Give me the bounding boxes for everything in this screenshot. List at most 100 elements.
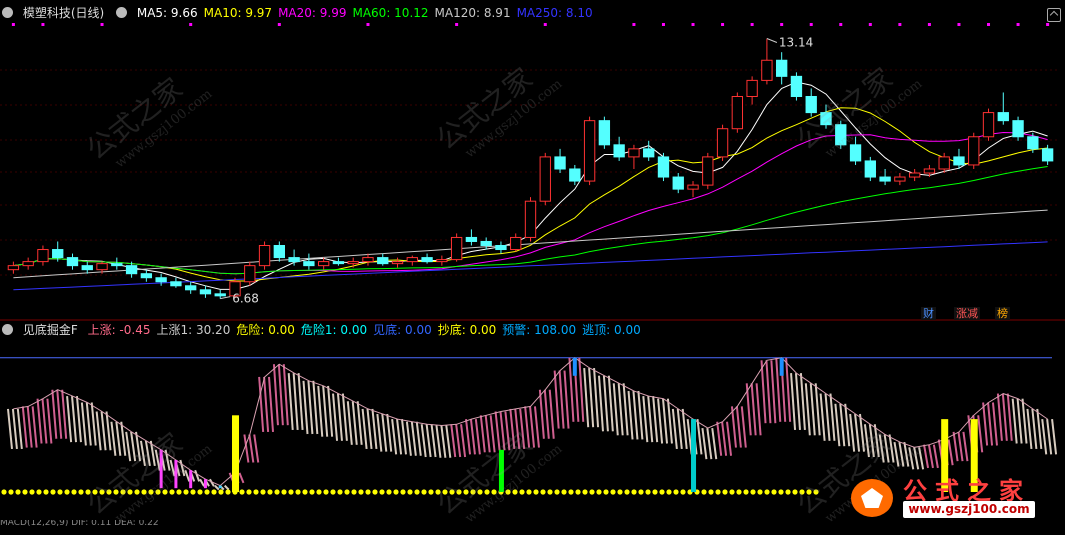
baseline-dot: [722, 489, 728, 495]
candle-body: [894, 176, 906, 182]
candle-body: [510, 236, 522, 251]
candle-body: [1027, 136, 1039, 150]
baseline-dot: [358, 489, 364, 495]
baseline-dot: [386, 489, 392, 495]
oscillator-hatch: [90, 402, 97, 446]
oscillator-hatch: [1046, 419, 1053, 455]
baseline-dot: [246, 489, 252, 495]
indicator-legend: 见底掘金F 上涨: -0.45 上涨1: 30.20 危险: 0.00 危险1: 0.…: [0, 319, 1065, 341]
baseline-dot: [71, 489, 77, 495]
oscillator-hatch: [716, 421, 723, 456]
oscillator-hatch: [287, 373, 294, 430]
candle-body: [1041, 148, 1054, 162]
ma-legend-item-0: MA5: 9.66: [136, 6, 198, 20]
baseline-dot: [617, 489, 623, 495]
oscillator-hatch: [346, 401, 353, 445]
oscillator-hatch: [642, 396, 649, 443]
collapse-panel-button[interactable]: [1047, 8, 1061, 22]
oscillator-hatch: [652, 396, 659, 443]
candle-body: [391, 261, 404, 265]
oscillator-hatch: [730, 406, 737, 448]
oscillator-hatch: [327, 385, 334, 437]
oscillator-hatch: [80, 402, 87, 446]
candle-body: [125, 265, 138, 275]
candle-body: [170, 281, 182, 287]
candle-body: [598, 120, 611, 146]
baseline-dot: [316, 489, 322, 495]
oscillator-hatch: [563, 370, 570, 429]
oscillator-hatch: [711, 427, 718, 460]
baseline-dot: [253, 489, 259, 495]
baseline-dot: [36, 489, 42, 495]
oscillator-hatch: [75, 396, 82, 443]
baseline-dot: [631, 489, 637, 495]
baseline-dot: [771, 489, 777, 495]
oscillator-hatch: [829, 393, 836, 441]
baseline-dot: [50, 489, 56, 495]
oscillator-hatch: [292, 373, 299, 430]
baseline-dot: [540, 489, 546, 495]
candle-body: [7, 265, 20, 271]
oscillator-hatch: [16, 408, 23, 450]
oscillator-hatch: [666, 398, 673, 444]
oscillator-hatch: [982, 402, 989, 446]
oscillator-hatch: [765, 360, 772, 424]
top-signal-bar: [572, 357, 577, 376]
candle-body: [273, 245, 286, 259]
oscillator-hatch: [1051, 419, 1058, 455]
top-signal-bar: [779, 357, 784, 376]
candle-body: [569, 168, 581, 182]
candle-body: [288, 257, 300, 263]
baseline-dot: [778, 489, 784, 495]
oscillator-hatch: [410, 421, 417, 456]
ma-settings-icon[interactable]: [116, 7, 128, 18]
candle-body: [746, 79, 758, 97]
indicator-settings-icon[interactable]: [2, 324, 13, 335]
candle-body: [317, 261, 330, 267]
oscillator-hatch: [662, 398, 669, 444]
baseline-dot: [260, 489, 266, 495]
oscillator-hatch: [312, 380, 319, 435]
candle-body: [436, 259, 448, 263]
candle-body: [953, 156, 965, 166]
baseline-dot: [57, 489, 63, 495]
baseline-dot: [344, 489, 350, 495]
candle-body: [155, 277, 167, 283]
oscillator-hatch: [420, 424, 427, 458]
baseline-dot: [302, 489, 308, 495]
candle-body: [52, 249, 64, 259]
oscillator-hatch: [799, 373, 806, 430]
baseline-dot: [197, 489, 203, 495]
oscillator-hatch: [1021, 398, 1028, 444]
oscillator-hatch: [51, 389, 58, 439]
oscillator-hatch: [602, 375, 609, 432]
candle-body: [849, 144, 862, 162]
baseline-dot: [176, 489, 182, 495]
baseline-dot: [267, 489, 273, 495]
candle-body: [687, 184, 699, 190]
baseline-dot: [64, 489, 70, 495]
oscillator-hatch: [95, 411, 102, 451]
oscillator-hatch: [622, 383, 629, 436]
oscillator-hatch: [962, 431, 969, 462]
baseline-dot: [708, 489, 714, 495]
candle-body: [643, 148, 655, 158]
baseline-dot: [274, 489, 280, 495]
oscillator-hatch: [282, 364, 289, 426]
baseline-dot: [183, 489, 189, 495]
candle-body: [672, 176, 684, 190]
baseline-dot: [337, 489, 343, 495]
oscillator-hatch: [657, 398, 664, 444]
baseline-dot: [547, 489, 553, 495]
oscillator-hatch: [26, 406, 33, 448]
legend-toggle-icon[interactable]: [2, 7, 13, 18]
oscillator-hatch: [277, 364, 284, 426]
oscillator-hatch: [1011, 398, 1018, 444]
indicator-legend-item-5: 抄底: 0.00: [437, 323, 497, 337]
oscillator-hatch: [46, 398, 53, 444]
oscillator-hatch: [435, 425, 442, 458]
oscillator-hatch: [809, 383, 816, 436]
candle-body: [761, 59, 773, 81]
oscillator-hatch: [322, 385, 329, 437]
baseline-dot: [365, 489, 371, 495]
